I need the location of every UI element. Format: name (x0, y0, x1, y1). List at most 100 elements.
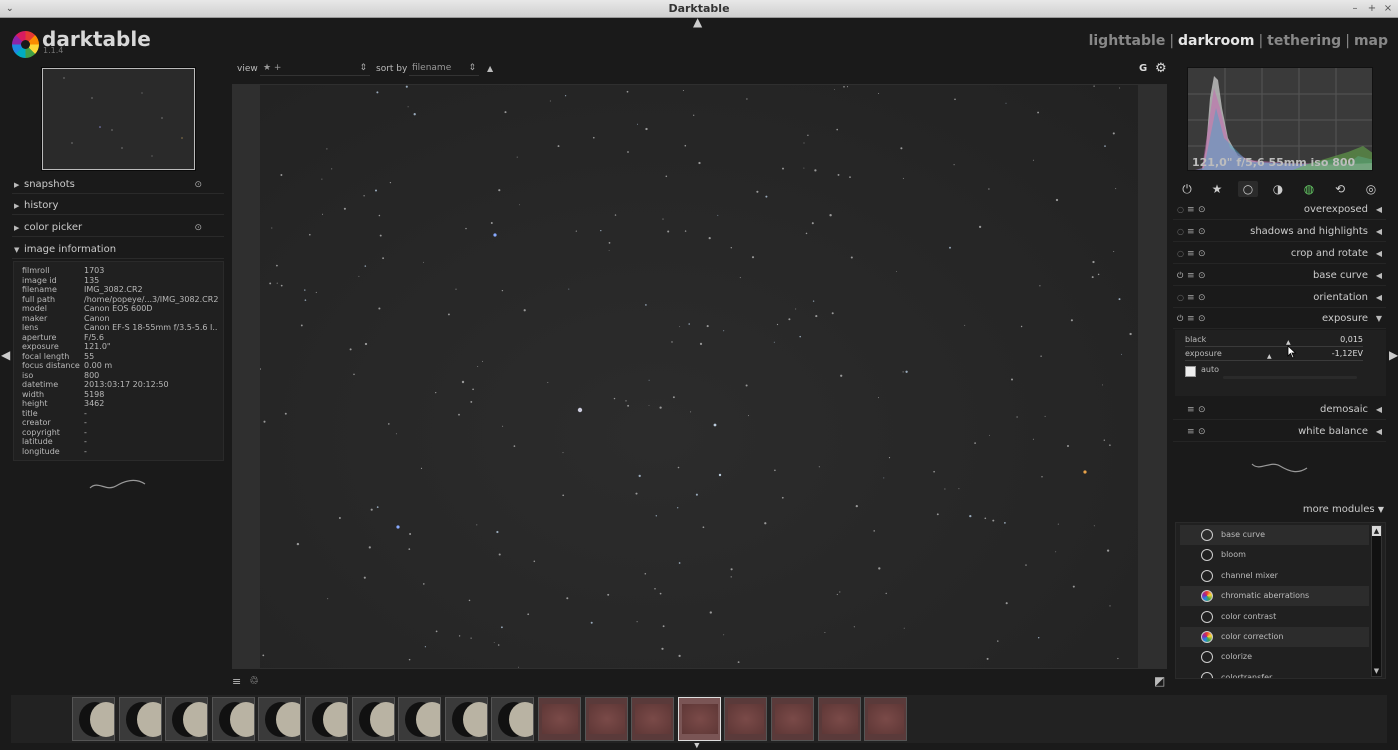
filmstrip-thumbnail[interactable] (538, 697, 581, 741)
overexposure-toggle-icon[interactable]: ◩ (1154, 674, 1165, 688)
filmstrip-thumbnail[interactable] (864, 697, 908, 741)
filmstrip-thumbnail[interactable] (72, 697, 115, 741)
expand-left-icon[interactable]: ◀ (1376, 266, 1382, 286)
filmstrip-thumbnail[interactable] (211, 697, 255, 741)
main-image[interactable] (260, 85, 1138, 668)
reset-icon[interactable]: ⊙ (1198, 400, 1206, 420)
grouping-button[interactable]: G (1139, 63, 1147, 74)
section-image-information[interactable]: ▼ image information (12, 241, 224, 259)
collapse-down-icon[interactable]: ▼ (1376, 309, 1382, 329)
module-overexposed[interactable]: ○ ≡ ⊙ overexposed ◀ (1173, 200, 1386, 220)
more-module-item[interactable]: bloom (1180, 545, 1369, 565)
left-panel-collapse-icon[interactable]: ◀ (1, 349, 10, 361)
module-on-icon[interactable]: ⏻ (1177, 309, 1183, 329)
exposure-slider[interactable]: exposure -1,12EV ▲ (1185, 348, 1363, 361)
view-tethering[interactable]: tethering (1267, 33, 1341, 49)
group-active-modules-icon[interactable]: ⏻ (1177, 181, 1197, 197)
filmstrip-thumbnail[interactable] (631, 697, 675, 741)
filmstrip-thumbnail[interactable] (398, 697, 442, 741)
view-lighttable[interactable]: lighttable (1089, 33, 1166, 49)
close-button[interactable]: × (1381, 0, 1395, 18)
histogram[interactable]: 121,0" f/5,6 55mm iso 800 (1187, 67, 1373, 171)
section-history[interactable]: ▶ history (12, 197, 224, 215)
module-off-icon[interactable]: ○ (1177, 200, 1184, 220)
expand-left-icon[interactable]: ◀ (1376, 200, 1382, 220)
reset-icon[interactable]: ⊙ (1198, 288, 1206, 308)
reset-icon[interactable]: ⊙ (194, 176, 202, 194)
module-shadows-and-highlights[interactable]: ○ ≡ ⊙ shadows and highlights ◀ (1173, 222, 1386, 242)
section-snapshots[interactable]: ▶ snapshots ⊙ (12, 176, 224, 194)
more-module-item[interactable]: color contrast (1180, 607, 1369, 627)
reset-icon[interactable]: ⊙ (1198, 309, 1206, 329)
presets-menu-icon[interactable]: ≡ (1187, 244, 1195, 264)
window-menu-icon[interactable]: ⌄ (6, 0, 14, 18)
preferences-gear-icon[interactable]: ⚙ (1155, 61, 1167, 76)
filmstrip-thumbnail[interactable] (118, 697, 162, 741)
module-off-icon[interactable]: ○ (1177, 244, 1184, 264)
sort-direction-button[interactable]: ▲ (487, 64, 493, 73)
presets-menu-icon[interactable]: ≡ (1187, 266, 1195, 286)
filmstrip-thumbnail[interactable] (444, 697, 488, 741)
more-module-item[interactable]: base curve (1180, 525, 1369, 545)
presets-menu-icon[interactable]: ≡ (1187, 200, 1195, 220)
group-tone-icon[interactable]: ◑ (1268, 181, 1288, 197)
section-color-picker[interactable]: ▶ color picker ⊙ (12, 219, 224, 237)
expand-left-icon[interactable]: ◀ (1376, 244, 1382, 264)
filmstrip-thumbnail[interactable] (491, 697, 535, 741)
filmstrip-thumbnail[interactable] (817, 697, 861, 741)
presets-menu-icon[interactable]: ≡ (1187, 400, 1195, 420)
group-correct-icon[interactable]: ⟲ (1330, 181, 1350, 197)
presets-menu-icon[interactable]: ≡ (1187, 309, 1195, 329)
more-modules-toggle[interactable]: more modules ▼ (1303, 504, 1384, 515)
module-orientation[interactable]: ○ ≡ ⊙ orientation ◀ (1173, 288, 1386, 308)
auto-checkbox[interactable] (1185, 366, 1196, 377)
black-slider[interactable]: black 0,015 ▲ (1185, 334, 1363, 347)
more-module-item[interactable]: color correction (1180, 627, 1369, 647)
expand-left-icon[interactable]: ◀ (1376, 400, 1382, 420)
scroll-down-icon[interactable]: ▼ (1372, 666, 1381, 676)
module-off-icon[interactable]: ○ (1177, 288, 1184, 308)
right-panel-collapse-icon[interactable]: ▶ (1389, 349, 1398, 361)
group-effect-icon[interactable]: ◎ (1361, 181, 1381, 197)
filmstrip-thumbnail[interactable] (258, 697, 302, 741)
more-module-item[interactable]: colorize (1180, 647, 1369, 667)
sort-combo[interactable]: filename ⇕ (409, 62, 479, 76)
filmstrip-thumbnail[interactable] (677, 697, 721, 741)
reset-icon[interactable]: ⊙ (1198, 222, 1206, 242)
expand-left-icon[interactable]: ◀ (1376, 422, 1382, 442)
module-off-icon[interactable]: ○ (1177, 222, 1184, 242)
module-crop-and-rotate[interactable]: ○ ≡ ⊙ crop and rotate ◀ (1173, 244, 1386, 264)
navigator-viewport[interactable] (42, 68, 195, 170)
minimize-button[interactable]: – (1348, 0, 1362, 18)
quick-access-menu-icon[interactable]: ≡ (232, 675, 241, 688)
more-module-item[interactable]: chromatic aberrations (1180, 586, 1369, 607)
reset-icon[interactable]: ⊙ (1198, 422, 1206, 442)
navigator-preview[interactable] (41, 67, 196, 171)
reset-icon[interactable]: ⊙ (194, 219, 202, 237)
view-filter-combo[interactable]: ★ + ⇕ (260, 62, 370, 76)
scroll-up-icon[interactable]: ▲ (1372, 526, 1381, 536)
reset-icon[interactable]: ⊙ (1198, 244, 1206, 264)
styles-icon[interactable]: ♲ (249, 674, 259, 687)
presets-menu-icon[interactable]: ≡ (1187, 222, 1195, 242)
expand-left-icon[interactable]: ◀ (1376, 288, 1382, 308)
presets-menu-icon[interactable]: ≡ (1187, 288, 1195, 308)
module-demosaic[interactable]: ≡ ⊙ demosaic ◀ (1173, 400, 1386, 420)
more-module-item[interactable]: channel mixer (1180, 566, 1369, 586)
module-exposure[interactable]: ⏻ ≡ ⊙ exposure ▼ (1173, 309, 1386, 329)
group-favorites-icon[interactable]: ★ (1207, 181, 1227, 197)
auto-slider[interactable] (1223, 376, 1357, 379)
group-basic-icon[interactable]: ○ (1238, 181, 1258, 197)
filmstrip-thumbnail[interactable] (351, 697, 395, 741)
reset-icon[interactable]: ⊙ (1198, 266, 1206, 286)
filmstrip-thumbnail[interactable] (724, 697, 768, 741)
maximize-button[interactable]: + (1365, 0, 1379, 18)
top-panel-collapse-icon[interactable]: ▲ (693, 16, 702, 28)
module-on-icon[interactable]: ⏻ (1177, 266, 1183, 286)
filmstrip-thumbnail[interactable] (584, 697, 628, 741)
module-white-balance[interactable]: ≡ ⊙ white balance ◀ (1173, 422, 1386, 442)
view-darkroom[interactable]: darkroom (1178, 33, 1254, 49)
more-modules-scrollbar[interactable]: ▲ ▼ (1371, 525, 1382, 677)
module-base-curve[interactable]: ⏻ ≡ ⊙ base curve ◀ (1173, 266, 1386, 286)
reset-icon[interactable]: ⊙ (1198, 200, 1206, 220)
